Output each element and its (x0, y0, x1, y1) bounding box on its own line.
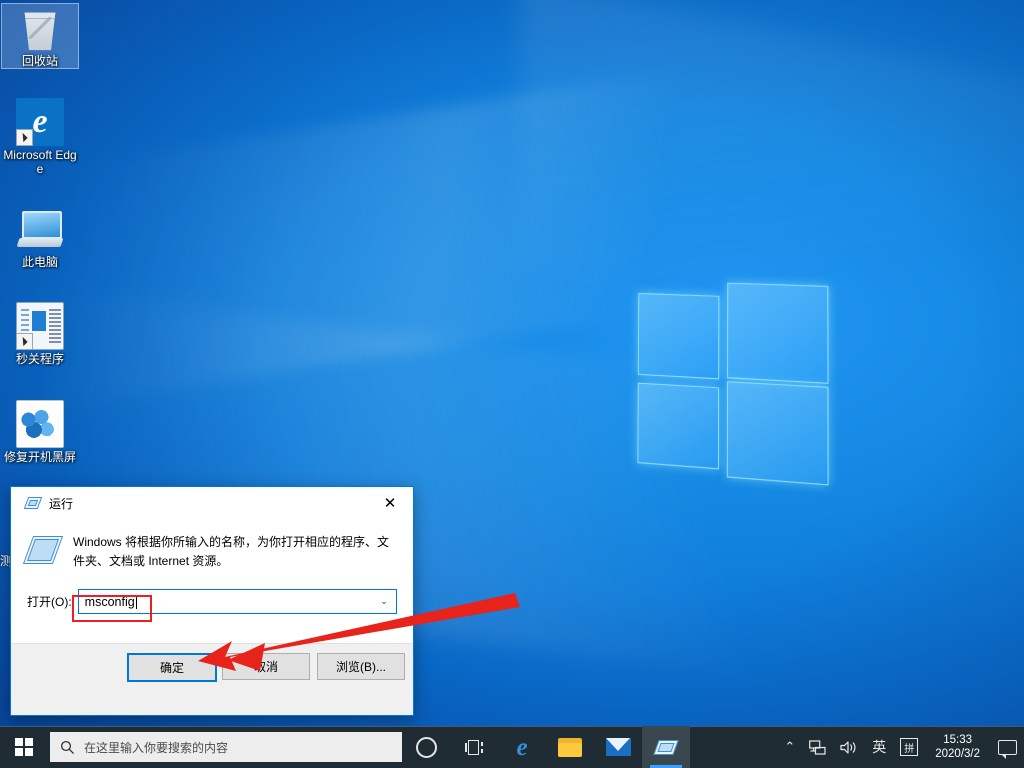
desktop-icon-recycle-bin[interactable]: 回收站 (1, 3, 79, 69)
cortana-icon (415, 736, 437, 758)
desktop-icon-label: 秒关程序 (15, 352, 64, 366)
desktop-icon-quick-close-program[interactable]: 秒关程序 (2, 302, 78, 366)
recycle-bin-icon (16, 4, 64, 52)
desktop-icon-fix-black-screen[interactable]: 修复开机黑屏 (2, 400, 78, 464)
notification-bubble-icon (997, 739, 1017, 759)
run-dialog-taskbar-button[interactable] (642, 726, 690, 768)
desktop-icon-label: 修复开机黑屏 (3, 450, 76, 464)
dialog-description: Windows 将根据你所输入的名称，为你打开相应的程序、文件夹、文档或 Int… (73, 535, 390, 568)
shortcut-overlay-icon (16, 333, 33, 350)
windows-logo-wallpaper (637, 282, 829, 486)
search-input[interactable]: 在这里输入你要搜索的内容 (50, 732, 402, 762)
mail-button[interactable] (594, 726, 642, 768)
desktop-icon-this-pc[interactable]: 此电脑 (2, 205, 78, 269)
run-icon (653, 739, 679, 756)
open-input-value[interactable]: msconfig (79, 595, 135, 609)
clock[interactable]: 15:33 2020/3/2 (925, 726, 990, 768)
open-field-row: 打开(O): msconfig ⌄ (11, 571, 413, 614)
microsoft-edge-icon: e (516, 733, 528, 761)
file-explorer-button[interactable] (546, 726, 594, 768)
taskbar[interactable]: 在这里输入你要搜索的内容 e ⌃ 英 拼 15:33 2020/3/2 (0, 726, 1024, 768)
run-icon (23, 496, 43, 510)
cortana-button[interactable] (402, 726, 450, 768)
ime-mode-indicator[interactable]: 拼 (893, 726, 925, 768)
dialog-footer: 确定 取消 浏览(B)... (11, 643, 413, 715)
ime-language-indicator[interactable]: 英 (865, 726, 893, 768)
folder-icon (558, 737, 582, 757)
open-combobox[interactable]: msconfig ⌄ (77, 589, 397, 614)
run-large-icon (22, 535, 64, 565)
volume-icon[interactable] (833, 726, 865, 768)
start-button[interactable] (0, 726, 48, 768)
desktop-icon-label: Microsoft Edge (3, 148, 77, 176)
clock-time: 15:33 (943, 734, 972, 746)
desktop-icon-label: 此电脑 (21, 255, 58, 269)
dialog-title: 运行 (49, 496, 74, 511)
cancel-button[interactable]: 取消 (222, 653, 310, 680)
ok-button[interactable]: 确定 (127, 653, 217, 682)
notifications-button[interactable] (990, 726, 1024, 768)
windows-logo-icon (15, 738, 33, 756)
run-dialog[interactable]: 运行 ✕ Windows 将根据你所输入的名称，为你打开相应的程序、文件夹、文档… (10, 486, 414, 716)
system-tray[interactable]: ⌃ 英 拼 15:33 2020/3/2 (777, 726, 1024, 768)
network-icon[interactable] (802, 726, 833, 768)
search-placeholder: 在这里输入你要搜索的内容 (84, 740, 229, 755)
desktop-icon-label: 回收站 (21, 54, 58, 68)
dialog-title-bar[interactable]: 运行 ✕ (11, 487, 413, 519)
file-cubes-icon (16, 400, 64, 448)
clock-date: 2020/3/2 (935, 748, 980, 760)
show-hidden-icons-button[interactable]: ⌃ (777, 726, 802, 768)
ime-mode-glyph: 拼 (900, 738, 919, 756)
mail-icon (605, 738, 631, 756)
task-view-icon (464, 739, 484, 755)
desktop-icon-microsoft-edge[interactable]: e Microsoft Edge (2, 98, 78, 176)
chevron-down-icon[interactable]: ⌄ (376, 590, 392, 613)
search-icon (50, 740, 84, 755)
shortcut-overlay-icon (16, 129, 33, 146)
microsoft-edge-icon: e (16, 98, 64, 146)
dialog-description-row: Windows 将根据你所输入的名称，为你打开相应的程序、文件夹、文档或 Int… (11, 519, 413, 571)
task-view-button[interactable] (450, 726, 498, 768)
edge-button[interactable]: e (498, 726, 546, 768)
browse-button[interactable]: 浏览(B)... (317, 653, 405, 680)
this-pc-icon (16, 205, 64, 253)
text-caret (135, 594, 137, 609)
program-window-icon (16, 302, 64, 350)
close-icon[interactable]: ✕ (367, 488, 413, 519)
open-field-label: 打开(O): (27, 595, 72, 609)
